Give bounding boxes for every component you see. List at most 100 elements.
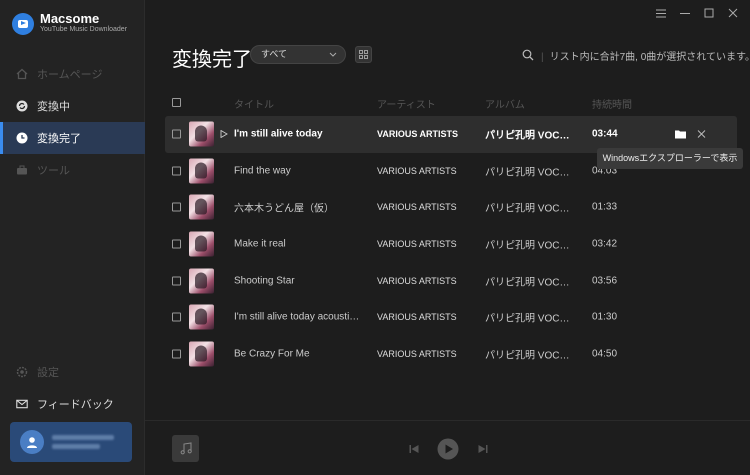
clock-icon (16, 132, 28, 144)
track-artist: VARIOUS ARTISTS (377, 275, 457, 286)
sidebar-item-home[interactable]: ホームページ (0, 58, 145, 90)
track-duration: 03:56 (592, 275, 618, 287)
sidebar-item-label: 変換完了 (37, 133, 81, 145)
track-album: パリピ孔明 VOCAL COLLECTION (485, 203, 575, 215)
previous-icon[interactable] (409, 444, 419, 454)
track-album: パリピ孔明 VOCAL COLLECTION (485, 167, 575, 179)
sidebar-bottom-nav: 設定 フィードバック (0, 356, 145, 420)
table-row[interactable]: Shooting Star VARIOUS ARTISTS パリピ孔明 VOCA… (165, 262, 737, 299)
track-artist: VARIOUS ARTISTS (377, 312, 457, 323)
sidebar-item-label: ホームページ (37, 69, 103, 81)
summary-text: リスト内に合計7曲, 0曲が選択されています。 (549, 52, 750, 63)
row-checkbox[interactable] (172, 349, 181, 359)
album-thumbnail (189, 231, 214, 257)
app-logo-icon (12, 12, 34, 35)
mail-icon (16, 398, 28, 410)
track-title: Shooting Star (234, 275, 295, 287)
sync-icon (16, 100, 28, 112)
album-thumbnail (189, 304, 214, 330)
sidebar-nav: ホームページ 変換中 変換完了 ツール (0, 58, 145, 186)
track-title: I'm still alive today (234, 128, 323, 140)
album-thumbnail (189, 121, 214, 147)
track-album: パリピ孔明 VOCAL COLLECTION (485, 240, 575, 252)
table-header: タイトル アーティスト アルバム 持続時間 (165, 96, 737, 111)
column-album: アルバム (485, 100, 525, 111)
next-icon[interactable] (478, 444, 488, 454)
track-title: Find the way (234, 165, 291, 177)
chevron-down-icon (329, 46, 337, 69)
sidebar-item-label: ツール (37, 165, 70, 177)
account-panel[interactable] (10, 422, 132, 462)
track-artist: VARIOUS ARTISTS (377, 202, 457, 213)
sidebar-item-feedback[interactable]: フィードバック (0, 388, 145, 420)
folder-icon[interactable] (675, 130, 686, 139)
row-checkbox[interactable] (172, 276, 181, 286)
now-playing-art (172, 435, 199, 462)
sidebar-item-tools[interactable]: ツール (0, 154, 145, 186)
tooltip-show-in-explorer: Windowsエクスプローラーで表示 (597, 148, 743, 169)
row-checkbox[interactable] (172, 166, 181, 176)
track-duration: 04:50 (592, 348, 618, 360)
row-checkbox[interactable] (172, 129, 181, 139)
track-artist: VARIOUS ARTISTS (377, 348, 457, 359)
play-icon[interactable] (220, 130, 228, 139)
app-logo: Macsome YouTube Music Downloader (12, 12, 127, 35)
sidebar-item-converted[interactable]: 変換完了 (0, 122, 145, 154)
sidebar-item-label: 設定 (37, 367, 59, 379)
app-brand: Macsome (40, 11, 100, 26)
selection-summary: | リスト内に合計7曲, 0曲が選択されています。 (541, 48, 750, 63)
filter-value: すべて (261, 49, 288, 59)
track-title: Make it real (234, 238, 286, 250)
album-thumbnail (189, 341, 214, 367)
gear-icon (16, 366, 28, 378)
track-title: Be Crazy For Me (234, 348, 310, 360)
table-row[interactable]: Be Crazy For Me VARIOUS ARTISTS パリピ孔明 VO… (165, 336, 737, 373)
track-album: パリピ孔明 VOCAL COLLECTION (485, 313, 575, 325)
page-title: 変換完了 (172, 47, 252, 71)
album-thumbnail (189, 194, 214, 220)
account-info-blurred (52, 431, 114, 453)
track-duration: 01:33 (592, 201, 618, 213)
sidebar-item-settings[interactable]: 設定 (0, 356, 145, 388)
main-panel: 変換完了 すべて | リスト内に合計7曲, 0曲が選択されています。 タイトル ア… (145, 0, 750, 475)
column-duration: 持続時間 (592, 100, 632, 111)
track-album: パリピ孔明 VOCAL COLLECTION (485, 130, 575, 142)
select-all-checkbox[interactable] (172, 98, 181, 107)
track-artist: VARIOUS ARTISTS (377, 239, 457, 250)
table-row[interactable]: Make it real VARIOUS ARTISTS パリピ孔明 VOCAL… (165, 226, 737, 263)
track-album: パリピ孔明 VOCAL COLLECTION (485, 350, 575, 362)
filter-dropdown[interactable]: すべて (250, 45, 346, 64)
table-row[interactable]: I'm still alive today acoustic ver. VARI… (165, 299, 737, 336)
grid-icon (359, 50, 368, 59)
column-title: タイトル (234, 100, 274, 111)
row-checkbox[interactable] (172, 312, 181, 322)
track-title: I'm still alive today acoustic ver. (234, 311, 364, 323)
sidebar: Macsome YouTube Music Downloader ホームページ … (0, 0, 145, 475)
app-subtitle: YouTube Music Downloader (40, 26, 128, 33)
close-icon[interactable] (697, 130, 706, 139)
divider: | (541, 52, 544, 63)
toolbox-icon (16, 164, 28, 176)
user-icon (27, 437, 37, 448)
track-artist: VARIOUS ARTISTS (377, 129, 459, 140)
sidebar-item-label: 変換中 (37, 101, 70, 113)
search-icon[interactable] (522, 48, 534, 61)
row-checkbox[interactable] (172, 239, 181, 249)
track-duration: 01:30 (592, 311, 618, 323)
track-duration: 03:42 (592, 238, 618, 250)
sidebar-item-converting[interactable]: 変換中 (0, 90, 145, 122)
track-duration: 03:44 (592, 128, 618, 140)
grid-view-button[interactable] (355, 46, 372, 63)
avatar (20, 430, 44, 454)
music-note-icon (180, 442, 192, 455)
sidebar-item-label: フィードバック (37, 399, 114, 411)
column-artist: アーティスト (377, 100, 436, 111)
row-checkbox[interactable] (172, 202, 181, 212)
player-bar (145, 420, 750, 475)
album-thumbnail (189, 268, 214, 294)
album-thumbnail (189, 158, 214, 184)
play-pause-icon[interactable] (437, 438, 459, 460)
table-row[interactable]: 六本木うどん屋（仮） VARIOUS ARTISTS パリピ孔明 VOCAL C… (165, 189, 737, 226)
home-icon (16, 68, 28, 80)
track-album: パリピ孔明 VOCAL COLLECTION (485, 277, 575, 289)
